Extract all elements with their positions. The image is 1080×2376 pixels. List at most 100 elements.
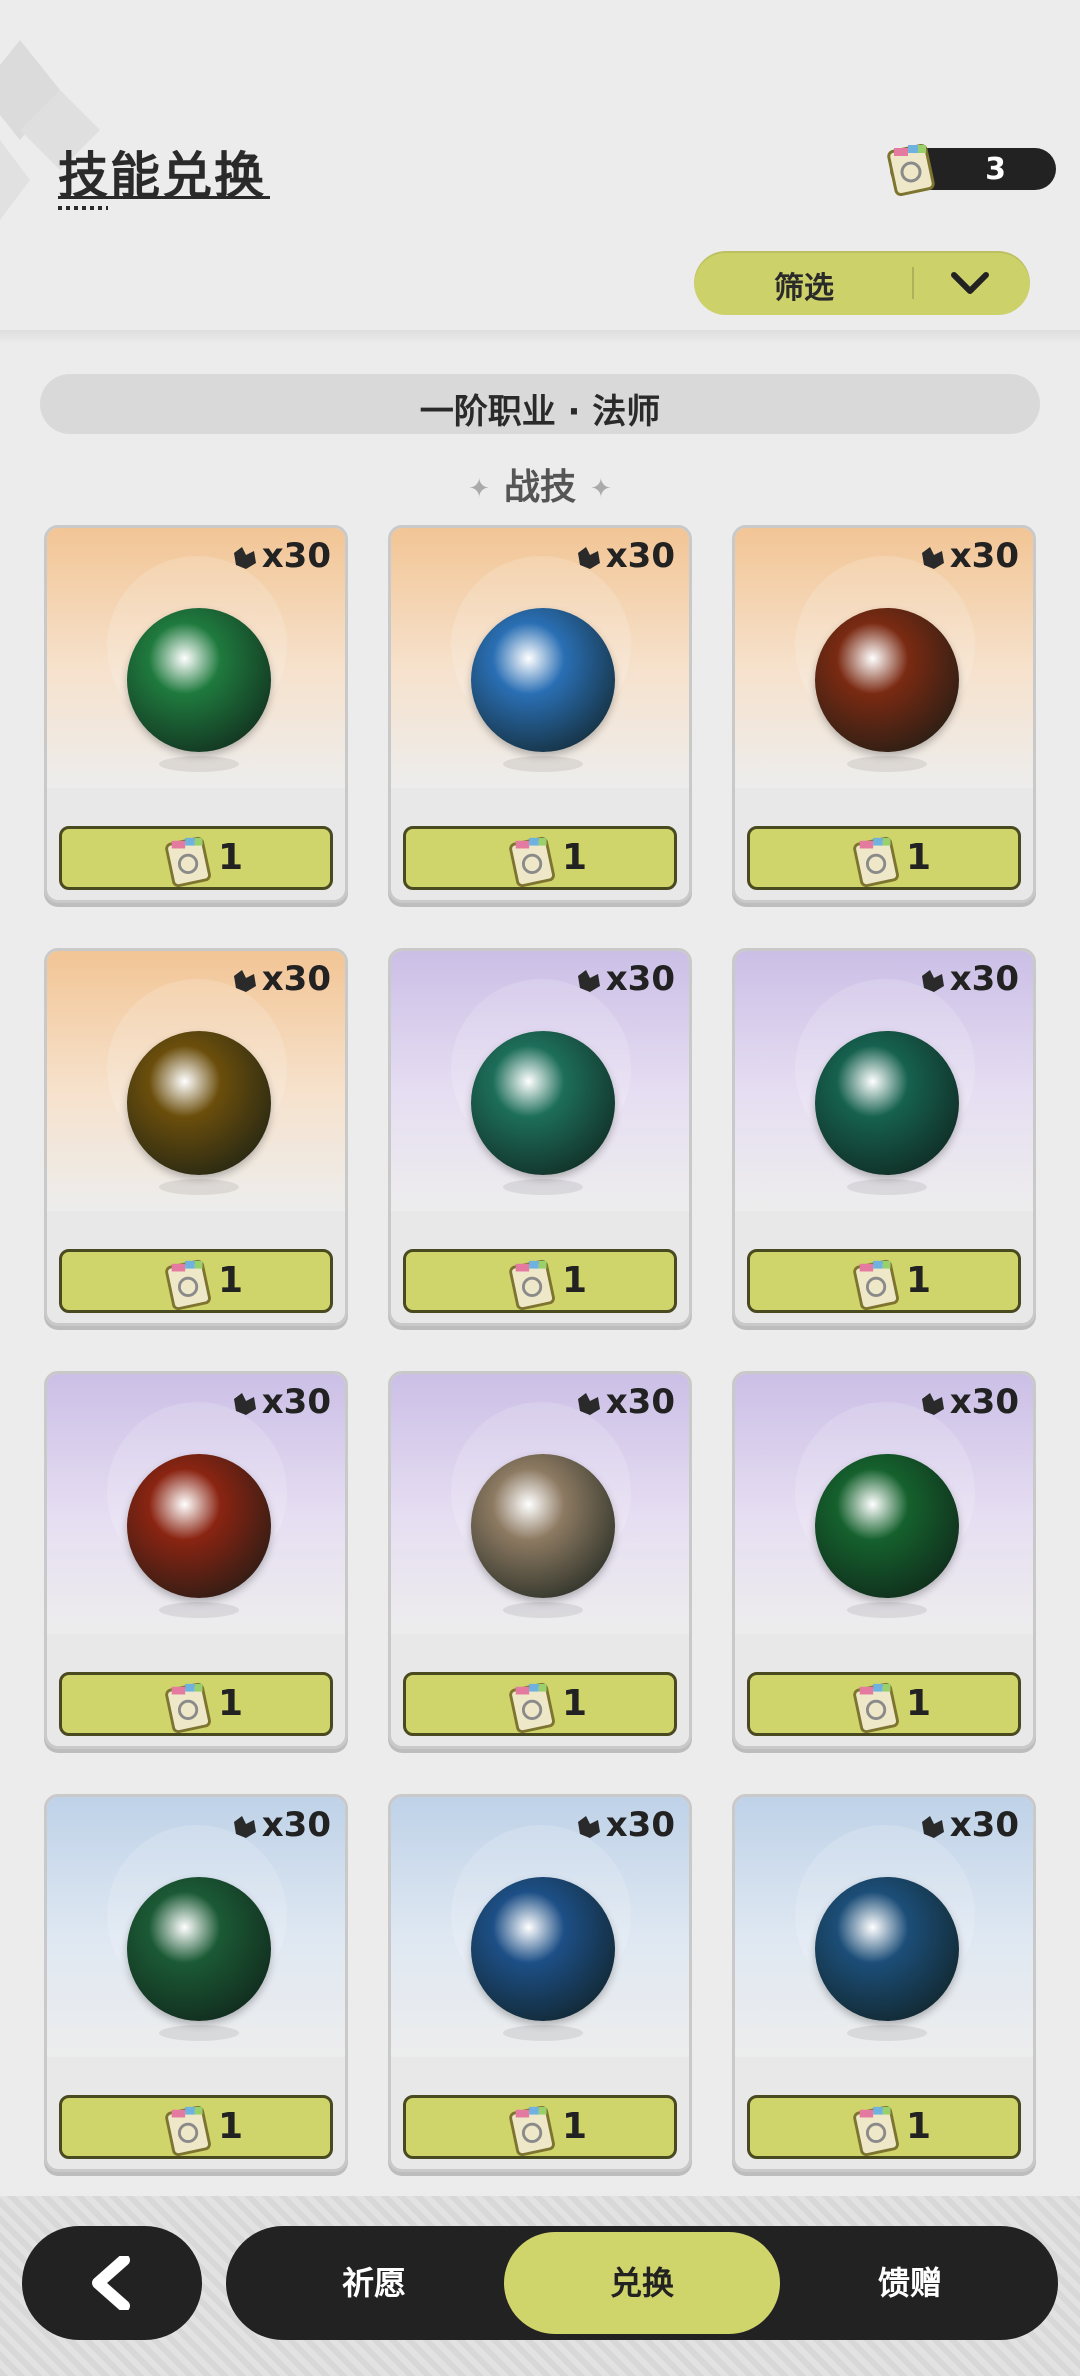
fragment-icon	[233, 1815, 256, 1838]
back-button[interactable]	[22, 2226, 202, 2340]
fire-swirl-skill-icon	[815, 608, 959, 752]
fragment-icon	[921, 1392, 944, 1415]
fragment-quantity: x30	[918, 1805, 1019, 1845]
exchange-price-value: 1	[906, 837, 932, 878]
icon-shadow	[847, 1179, 927, 1195]
icon-shadow	[159, 1179, 239, 1195]
sparkle-icon: ✦	[590, 474, 612, 504]
ticket-icon	[853, 1259, 899, 1310]
filter-button[interactable]: 筛选	[694, 251, 1030, 315]
exchange-price-button[interactable]: 1	[59, 1672, 333, 1736]
tab-exchange[interactable]: 兑换	[504, 2232, 780, 2334]
fragment-icon	[233, 546, 256, 569]
fragment-quantity: x30	[918, 1382, 1019, 1422]
fragment-quantity: x30	[230, 1805, 331, 1845]
icon-shadow	[847, 756, 927, 772]
fragment-quantity-value: x30	[605, 1805, 675, 1845]
fireball-skill-icon	[127, 1454, 271, 1598]
green-vortex-skill-icon	[815, 1031, 959, 1175]
fragment-quantity-value: x30	[261, 536, 331, 576]
exchange-price-button[interactable]: 1	[747, 826, 1021, 890]
fragment-quantity: x30	[230, 536, 331, 576]
exchange-price-button[interactable]: 1	[747, 1672, 1021, 1736]
exchange-price-button[interactable]: 1	[403, 826, 677, 890]
exchange-price-button[interactable]: 1	[403, 2095, 677, 2159]
icon-shadow	[503, 2025, 583, 2041]
exchange-price-value: 1	[906, 1683, 932, 1724]
fragment-quantity-value: x30	[949, 1805, 1019, 1845]
bottom-tab-bar: 祈愿 兑换 馈赠	[226, 2226, 1058, 2340]
filter-label: 筛选	[774, 271, 834, 306]
exchange-price-button[interactable]: 1	[59, 826, 333, 890]
fragment-quantity: x30	[574, 1805, 675, 1845]
exchange-price-button[interactable]: 1	[59, 1249, 333, 1313]
exchange-price-button[interactable]: 1	[747, 2095, 1021, 2159]
exchange-price-value: 1	[218, 837, 244, 878]
exchange-price-value: 1	[562, 1683, 588, 1724]
ticket-icon	[853, 1682, 899, 1733]
skill-card[interactable]: x30 1	[732, 948, 1036, 1326]
fragment-quantity: x30	[918, 959, 1019, 999]
skill-card[interactable]: x30 1	[44, 1371, 348, 1749]
skill-card[interactable]: x30 1	[44, 525, 348, 903]
fragment-quantity: x30	[918, 536, 1019, 576]
exchange-price-button[interactable]: 1	[403, 1672, 677, 1736]
fragment-icon	[577, 1392, 600, 1415]
ice-burst-skill-icon	[471, 608, 615, 752]
skill-card[interactable]: x30 1	[388, 525, 692, 903]
ticket-icon	[887, 143, 935, 196]
fragment-icon	[577, 546, 600, 569]
tab-wish[interactable]: 祈愿	[236, 2226, 512, 2340]
fragment-quantity: x30	[574, 536, 675, 576]
icon-shadow	[159, 1602, 239, 1618]
exchange-price-button[interactable]: 1	[403, 1249, 677, 1313]
fragment-quantity: x30	[230, 959, 331, 999]
sparkle-icon: ✦	[468, 474, 490, 504]
icon-shadow	[159, 756, 239, 772]
icon-shadow	[503, 1602, 583, 1618]
exchange-price-button[interactable]: 1	[59, 2095, 333, 2159]
skill-card[interactable]: x30 1	[732, 525, 1036, 903]
icon-shadow	[159, 2025, 239, 2041]
skill-card[interactable]: x30 1	[388, 1371, 692, 1749]
fragment-quantity-value: x30	[605, 536, 675, 576]
skill-card[interactable]: x30 1	[388, 1794, 692, 2172]
fragment-quantity: x30	[574, 1382, 675, 1422]
skill-card[interactable]: x30 1	[44, 1794, 348, 2172]
fragment-icon	[577, 969, 600, 992]
title-dots-decoration	[58, 206, 108, 210]
green-wind-blades-skill-icon	[471, 1031, 615, 1175]
ice-crystal-skill-icon	[815, 1877, 959, 2021]
green-heal-plus-skill-icon	[815, 1454, 959, 1598]
exchange-price-button[interactable]: 1	[747, 1249, 1021, 1313]
fragment-quantity-value: x30	[261, 959, 331, 999]
fragment-icon	[233, 1392, 256, 1415]
fragment-quantity-value: x30	[261, 1805, 331, 1845]
exchange-price-value: 1	[906, 1260, 932, 1301]
golden-crystal-skill-icon	[127, 1031, 271, 1175]
ticket-icon	[853, 2105, 899, 2156]
fragment-quantity-value: x30	[261, 1382, 331, 1422]
ticket-icon	[509, 2105, 555, 2156]
exchange-price-value: 1	[906, 2106, 932, 2147]
ticket-icon	[509, 1259, 555, 1310]
icon-shadow	[847, 2025, 927, 2041]
fragment-quantity-value: x30	[605, 1382, 675, 1422]
skill-card[interactable]: x30 1	[732, 1794, 1036, 2172]
skill-card[interactable]: x30 1	[44, 948, 348, 1326]
icon-shadow	[503, 756, 583, 772]
ticket-currency-counter: 3	[887, 143, 1056, 196]
skill-card[interactable]: x30 1	[732, 1371, 1036, 1749]
ticket-icon	[165, 836, 211, 887]
exchange-price-value: 1	[218, 2106, 244, 2147]
fragment-quantity-value: x30	[949, 1382, 1019, 1422]
exchange-price-value: 1	[562, 1260, 588, 1301]
skill-card[interactable]: x30 1	[388, 948, 692, 1326]
tab-gift[interactable]: 馈赠	[772, 2226, 1048, 2340]
fragment-icon	[577, 1815, 600, 1838]
icon-shadow	[847, 1602, 927, 1618]
class-section-bar: 一阶职业 · 法师	[40, 374, 1040, 434]
earth-rock-skill-icon	[471, 1454, 615, 1598]
fragment-quantity: x30	[230, 1382, 331, 1422]
fragment-quantity-value: x30	[949, 959, 1019, 999]
